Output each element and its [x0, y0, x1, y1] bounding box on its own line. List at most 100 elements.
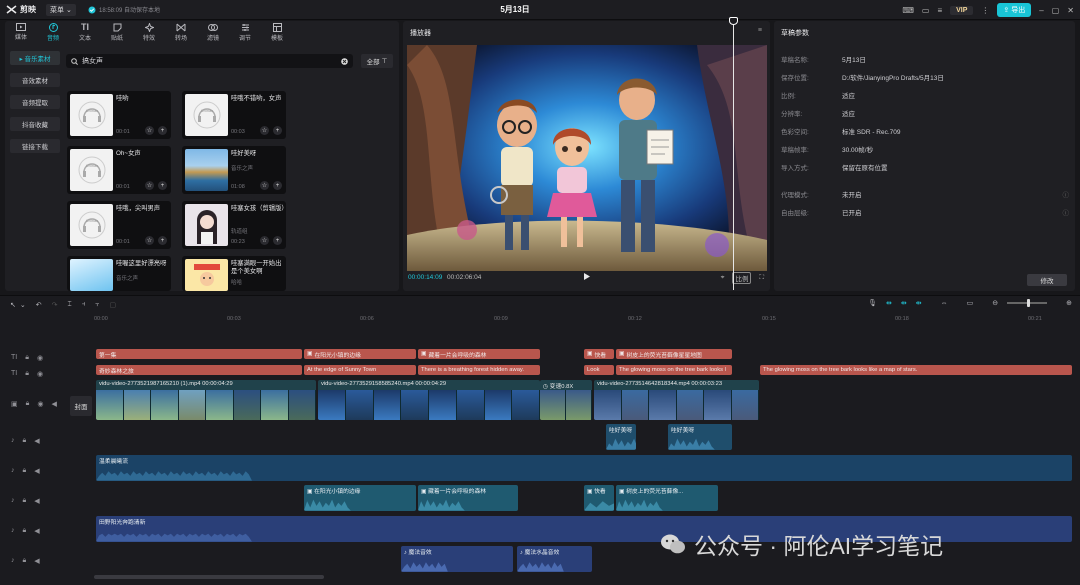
- add-icon[interactable]: +: [273, 236, 282, 245]
- search-input[interactable]: 搞女声: [66, 54, 353, 68]
- speaker-icon[interactable]: ◀: [34, 557, 39, 565]
- cover-button[interactable]: 封面: [70, 396, 92, 416]
- audio-item[interactable]: 哇塞女孩（剪辑版） 轨道组 00:23 ☆ +: [182, 201, 286, 249]
- text-clip[interactable]: ▣ 快看: [584, 349, 614, 359]
- favorite-star-icon[interactable]: ☆: [145, 181, 154, 190]
- preview-axis-icon[interactable]: ⇔: [941, 300, 948, 307]
- audio-item[interactable]: 哇塞满眼一开始出是个美女啊 哈哈: [182, 256, 286, 291]
- category-douyin-fav[interactable]: 抖音收藏: [10, 117, 60, 131]
- audio-item[interactable]: 哇好美呀 音乐之声 01:08 ☆ +: [182, 146, 286, 194]
- audio-item[interactable]: Chinas 哇哟 00:01 ☆ +: [67, 91, 171, 139]
- maximize-icon[interactable]: ▢: [1052, 6, 1060, 15]
- sfx-clip[interactable]: ♪ 魔法水晶音效: [517, 546, 592, 572]
- fit-screen-icon[interactable]: ⌖: [721, 274, 725, 282]
- minimize-icon[interactable]: –: [1039, 6, 1043, 15]
- vip-button[interactable]: VIP: [950, 5, 974, 15]
- link-main-track-icon[interactable]: ⇹: [886, 299, 892, 307]
- eye-icon[interactable]: ◉: [37, 354, 43, 362]
- lock-icon[interactable]: 🔒︎: [25, 370, 29, 378]
- audio-item[interactable]: Chinas 哇哦，尖叫男声 00:01 ☆ +: [67, 201, 171, 249]
- keyboard-icon[interactable]: ⌨: [902, 6, 914, 15]
- player-menu-icon[interactable]: ≡: [758, 27, 762, 34]
- text-clip[interactable]: ▣ 在阳光小镇的边缘: [304, 349, 416, 359]
- ratio-button[interactable]: 比例: [732, 272, 752, 284]
- favorite-star-icon[interactable]: ☆: [145, 126, 154, 135]
- tab-audio[interactable]: 音频: [37, 21, 69, 43]
- delete-icon[interactable]: ▢: [109, 301, 116, 309]
- auto-snap-icon[interactable]: ⇹: [901, 299, 907, 307]
- layout-icon[interactable]: ▭: [922, 6, 930, 15]
- fit-timeline-icon[interactable]: ▭: [967, 299, 974, 307]
- clear-search-icon[interactable]: [341, 57, 348, 65]
- tab-sticker[interactable]: 贴纸: [101, 21, 133, 43]
- lock-icon[interactable]: 🔒︎: [23, 557, 27, 565]
- voice-clip[interactable]: ▣ 树皮上的荧光苔藓像...: [616, 485, 718, 511]
- category-link-download[interactable]: 链接下载: [10, 139, 60, 153]
- audio-item[interactable]: 哇喔这里好漂亮呀 音乐之声: [67, 256, 171, 291]
- lock-icon[interactable]: 🔒︎: [25, 354, 29, 362]
- undo-icon[interactable]: ↶: [36, 301, 42, 309]
- tab-transition[interactable]: 转场: [165, 21, 197, 43]
- text-clip[interactable]: ▣ 藏着一片会呼吸的森林: [418, 349, 540, 359]
- voice-clip[interactable]: ▣ 藏着一片会呼吸的森林: [418, 485, 518, 511]
- sfx-clip[interactable]: 哇好美呀: [606, 424, 636, 450]
- add-icon[interactable]: +: [158, 236, 167, 245]
- favorite-star-icon[interactable]: ☆: [260, 126, 269, 135]
- speaker-icon[interactable]: ◀: [51, 400, 56, 408]
- export-button[interactable]: ⇪ 导出: [997, 3, 1032, 17]
- more-icon[interactable]: ⋮: [981, 6, 989, 15]
- split-icon[interactable]: ⌶: [68, 301, 72, 309]
- eye-icon[interactable]: ◉: [37, 400, 43, 408]
- redo-icon[interactable]: ↷: [52, 301, 58, 309]
- text-clip[interactable]: 奇妙森林之旅: [96, 365, 302, 375]
- sfx-clip[interactable]: ♪ 魔法音效: [401, 546, 513, 572]
- filter-dropdown[interactable]: 全部 ⊤: [361, 54, 393, 68]
- help-icon[interactable]: ⓘ: [1063, 189, 1070, 199]
- microphone-icon[interactable]: 🎙: [868, 299, 877, 307]
- menu-button[interactable]: 菜单 ⌄: [46, 4, 76, 16]
- tab-adjust[interactable]: 调节: [229, 21, 261, 43]
- lock-icon[interactable]: 🔒︎: [23, 527, 27, 535]
- zoom-in-icon[interactable]: ⊕: [1066, 299, 1072, 307]
- fullscreen-icon[interactable]: ⛶: [759, 274, 764, 282]
- video-clip[interactable]: vidu-video-2773514642818344.mp4 00:00:03…: [594, 380, 759, 420]
- audio-item[interactable]: Chinas 哇哦不错哟，女声 00:03 ☆ +: [182, 91, 286, 139]
- time-ruler[interactable]: 00:00 00:03 00:06 00:09 00:12 00:15 00:1…: [94, 314, 1080, 326]
- settings-icon[interactable]: ≡: [937, 6, 942, 15]
- video-clip[interactable]: vidu-video-2773529158585240.mp4 00:00:04…: [318, 380, 540, 420]
- video-preview[interactable]: [407, 45, 767, 271]
- play-button[interactable]: [582, 272, 591, 281]
- zoom-slider-knob[interactable]: [1027, 299, 1031, 307]
- playhead-line[interactable]: [733, 17, 734, 290]
- text-clip[interactable]: The glowing moss on the tree bark looks …: [760, 365, 1072, 375]
- text-clip[interactable]: At the edge of Sunny Town: [304, 365, 416, 375]
- horizontal-scrollbar[interactable]: [94, 575, 324, 579]
- eye-icon[interactable]: ◉: [37, 370, 43, 378]
- speaker-icon[interactable]: ◀: [34, 437, 39, 445]
- category-music[interactable]: ▸ 音乐素材: [10, 51, 60, 65]
- speaker-icon[interactable]: ◀: [34, 497, 39, 505]
- lock-icon[interactable]: 🔒︎: [23, 437, 27, 445]
- text-clip[interactable]: The glowing moss on the tree bark looks …: [616, 365, 732, 375]
- tab-media[interactable]: 媒体: [5, 21, 37, 43]
- tab-text[interactable]: TI 文本: [69, 21, 101, 43]
- video-clip[interactable]: vidu-video-2773521987165210 (1).mp4 00:0…: [96, 380, 316, 420]
- select-cursor-icon[interactable]: ↖: [10, 301, 16, 309]
- lock-icon[interactable]: 🔒︎: [26, 400, 30, 408]
- linkage-icon[interactable]: ⇹: [916, 299, 922, 307]
- add-icon[interactable]: +: [273, 126, 282, 135]
- text-clip[interactable]: Look: [584, 365, 614, 375]
- close-icon[interactable]: ✕: [1067, 6, 1074, 15]
- chevron-down-icon[interactable]: ⌄: [20, 301, 26, 309]
- voice-clip[interactable]: ▣ 快看: [584, 485, 614, 511]
- add-icon[interactable]: +: [158, 181, 167, 190]
- favorite-star-icon[interactable]: ☆: [260, 181, 269, 190]
- split-right-icon[interactable]: ⫟: [95, 301, 99, 309]
- help-icon[interactable]: ⓘ: [1063, 207, 1070, 217]
- category-extract[interactable]: 音频提取: [10, 95, 60, 109]
- speaker-icon[interactable]: ◀: [34, 527, 39, 535]
- favorite-star-icon[interactable]: ☆: [260, 236, 269, 245]
- text-clip[interactable]: There is a breathing forest hidden away.: [418, 365, 540, 375]
- tab-effects[interactable]: 特效: [133, 21, 165, 43]
- add-icon[interactable]: +: [273, 181, 282, 190]
